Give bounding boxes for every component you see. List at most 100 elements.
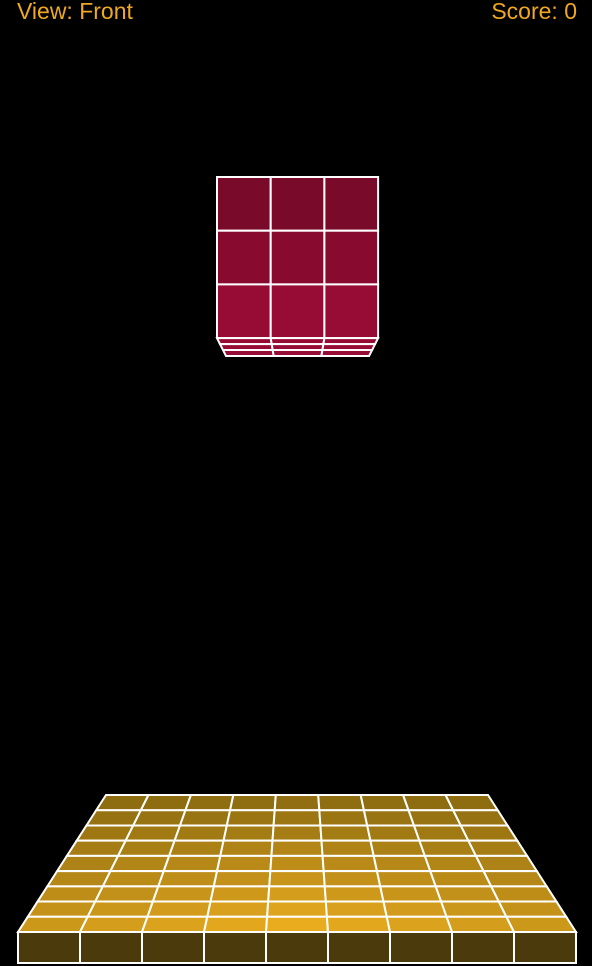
floor-cell bbox=[322, 870, 382, 888]
floor-cell bbox=[222, 824, 275, 842]
floor-cell bbox=[369, 839, 427, 857]
floor-cell bbox=[65, 839, 128, 857]
floor-cell bbox=[206, 900, 270, 918]
piece-bottom-cell bbox=[271, 349, 324, 357]
floor-cell bbox=[267, 885, 327, 903]
floor-cell bbox=[375, 870, 438, 888]
floor-cell bbox=[25, 900, 97, 918]
floor-cell bbox=[55, 854, 120, 873]
floor-cell bbox=[35, 885, 105, 903]
floor-cell bbox=[378, 885, 443, 903]
floor-cell bbox=[209, 885, 271, 903]
floor-cell bbox=[372, 854, 432, 873]
floor-cell bbox=[116, 839, 177, 857]
floor-cell bbox=[93, 885, 160, 903]
floor-cell bbox=[101, 870, 166, 888]
floor-cell bbox=[94, 794, 151, 812]
floor-cell bbox=[151, 885, 216, 903]
piece-cell bbox=[323, 283, 380, 340]
piece-cell bbox=[269, 176, 326, 232]
floor-side-cell bbox=[265, 931, 329, 964]
floor-cell bbox=[317, 794, 366, 812]
floor-side-cell bbox=[513, 931, 577, 964]
floor-cell bbox=[271, 824, 323, 842]
floor-side-cell bbox=[203, 931, 267, 964]
floor-cell bbox=[417, 839, 478, 857]
floor-cell bbox=[481, 870, 549, 888]
floor-cell bbox=[325, 915, 392, 933]
floor-cell bbox=[85, 900, 155, 918]
piece-bottom-cell bbox=[320, 349, 374, 357]
floor-cell bbox=[272, 809, 322, 827]
floor-cell bbox=[16, 915, 90, 933]
game-scene[interactable] bbox=[0, 0, 592, 966]
floor-cell bbox=[489, 885, 559, 903]
floor-cell bbox=[184, 794, 235, 812]
floor-cell bbox=[466, 839, 529, 857]
floor-cell bbox=[45, 870, 113, 888]
floor-cell bbox=[445, 915, 516, 933]
floor-cell bbox=[443, 794, 500, 812]
floor-cell bbox=[212, 870, 272, 888]
floor-side-cell bbox=[327, 931, 391, 964]
piece-cell bbox=[216, 283, 272, 340]
floor-cell bbox=[219, 839, 274, 857]
floor-cell bbox=[270, 839, 324, 857]
floor-cell bbox=[225, 809, 276, 827]
floor-cell bbox=[320, 839, 375, 857]
floor-cell bbox=[423, 854, 486, 873]
floor-cell bbox=[407, 809, 463, 827]
floor-cell bbox=[140, 915, 209, 933]
floor-cell bbox=[412, 824, 470, 842]
floor-side-cell bbox=[451, 931, 515, 964]
floor-cell bbox=[362, 809, 416, 827]
floor-side-cell bbox=[141, 931, 205, 964]
floor-cell bbox=[139, 794, 193, 812]
floor-grid bbox=[16, 794, 578, 964]
piece-cell bbox=[269, 283, 326, 340]
floor-cell bbox=[173, 824, 229, 842]
piece-cell bbox=[216, 176, 272, 232]
floor-cell bbox=[474, 854, 539, 873]
floor-cell bbox=[385, 915, 454, 933]
floor-cell bbox=[131, 809, 187, 827]
piece-cell bbox=[269, 229, 326, 286]
floor-cell bbox=[382, 900, 448, 918]
floor-cell bbox=[365, 824, 421, 842]
floor-cell bbox=[162, 854, 222, 873]
floor-cell bbox=[504, 915, 578, 933]
floor-cell bbox=[359, 794, 410, 812]
floor-cell bbox=[324, 900, 388, 918]
floor-cell bbox=[434, 885, 501, 903]
floor-cell bbox=[268, 870, 326, 888]
floor-cell bbox=[323, 885, 385, 903]
floor-cell bbox=[319, 824, 372, 842]
floor-side-cell bbox=[79, 931, 143, 964]
floor-cell bbox=[78, 915, 149, 933]
floor-cell bbox=[228, 794, 277, 812]
floor-cell bbox=[318, 809, 369, 827]
floor-cell bbox=[321, 854, 379, 873]
floor-cell bbox=[178, 809, 232, 827]
floor-cell bbox=[497, 900, 569, 918]
floor-cell bbox=[124, 824, 182, 842]
floor-cell bbox=[459, 824, 520, 842]
floor-cell bbox=[428, 870, 493, 888]
floor-side-cell bbox=[389, 931, 453, 964]
floor-cell bbox=[84, 809, 143, 827]
floor-cell bbox=[264, 915, 330, 933]
falling-piece bbox=[215, 176, 380, 357]
floor-cell bbox=[74, 824, 135, 842]
floor-cell bbox=[167, 839, 225, 857]
floor-side-cell bbox=[17, 931, 81, 964]
floor-cell bbox=[146, 900, 212, 918]
floor-cell bbox=[266, 900, 328, 918]
floor-cell bbox=[202, 915, 269, 933]
floor-cell bbox=[269, 854, 325, 873]
floor-cell bbox=[215, 854, 273, 873]
floor-cell bbox=[156, 870, 219, 888]
floor-cell bbox=[439, 900, 509, 918]
piece-cell bbox=[216, 229, 272, 286]
floor-cell bbox=[451, 809, 510, 827]
piece-bottom-cell bbox=[221, 349, 275, 357]
